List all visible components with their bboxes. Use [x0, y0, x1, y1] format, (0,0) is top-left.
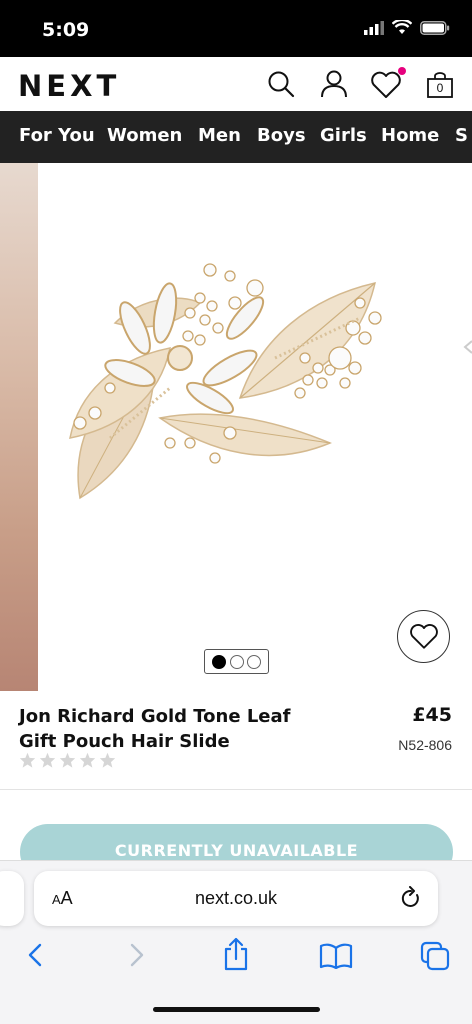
star-icon — [59, 752, 76, 768]
home-indicator — [153, 1007, 320, 1012]
site-header: NEXT 0 — [0, 57, 472, 111]
gallery-dot-1[interactable] — [211, 654, 226, 669]
status-time: 5:09 — [42, 19, 90, 41]
reload-icon[interactable] — [400, 886, 422, 910]
nav-item-for-you[interactable]: For You — [19, 125, 95, 146]
wishlist-header-button[interactable] — [370, 67, 406, 101]
product-title-line-1: Jon Richard Gold Tone Leaf — [19, 706, 291, 727]
product-title-line-2: Gift Pouch Hair Slide — [19, 731, 230, 752]
status-bar: 5:09 — [0, 0, 472, 57]
forward-icon[interactable] — [128, 941, 146, 969]
signal-icon — [364, 20, 384, 35]
share-icon[interactable] — [222, 937, 250, 971]
search-icon[interactable] — [266, 69, 296, 99]
gallery-dot-2[interactable] — [229, 654, 244, 669]
safari-toolbar: AA next.co.uk — [0, 860, 472, 1024]
category-nav: For You Women Men Boys Girls Home S — [0, 111, 472, 163]
star-icon — [79, 752, 96, 768]
wifi-icon — [392, 20, 412, 34]
next-logo[interactable]: NEXT — [18, 69, 120, 103]
gallery-pagination — [204, 649, 269, 674]
wishlist-badge — [398, 67, 406, 75]
rating-stars[interactable] — [19, 752, 116, 768]
next-image-arrow-icon[interactable] — [462, 339, 472, 355]
address-bar[interactable]: AA next.co.uk — [34, 871, 438, 926]
star-icon — [99, 752, 116, 768]
previous-tab-preview[interactable] — [0, 871, 24, 926]
bag-button[interactable]: 0 — [427, 72, 453, 98]
nav-item-girls[interactable]: Girls — [320, 125, 367, 146]
previous-product-image[interactable] — [0, 163, 38, 691]
product-image-gallery[interactable] — [0, 163, 472, 691]
product-price: £45 — [412, 704, 452, 726]
nav-item-boys[interactable]: Boys — [257, 125, 306, 146]
back-icon[interactable] — [26, 941, 44, 969]
bookmarks-icon[interactable] — [319, 943, 353, 969]
url-text: next.co.uk — [194, 888, 278, 908]
nav-item-men[interactable]: Men — [198, 125, 241, 146]
battery-icon — [420, 20, 450, 35]
status-icons — [364, 20, 450, 35]
add-to-wishlist-button[interactable] — [397, 610, 450, 663]
bag-count: 0 — [436, 81, 444, 95]
nav-item-more[interactable]: S — [455, 125, 468, 146]
product-title: Jon Richard Gold Tone Leaf Gift Pouch Ha… — [19, 704, 309, 754]
nav-item-women[interactable]: Women — [107, 125, 182, 146]
product-image — [69, 263, 382, 500]
heart-icon — [409, 624, 438, 649]
account-icon[interactable] — [319, 69, 349, 99]
product-code: N52-806 — [398, 737, 452, 753]
divider — [0, 789, 472, 790]
heart-icon — [371, 71, 401, 98]
tabs-icon[interactable] — [420, 941, 450, 971]
star-icon — [39, 752, 56, 768]
nav-item-home[interactable]: Home — [381, 125, 439, 146]
star-icon — [19, 752, 36, 768]
gallery-dot-3[interactable] — [247, 654, 262, 669]
